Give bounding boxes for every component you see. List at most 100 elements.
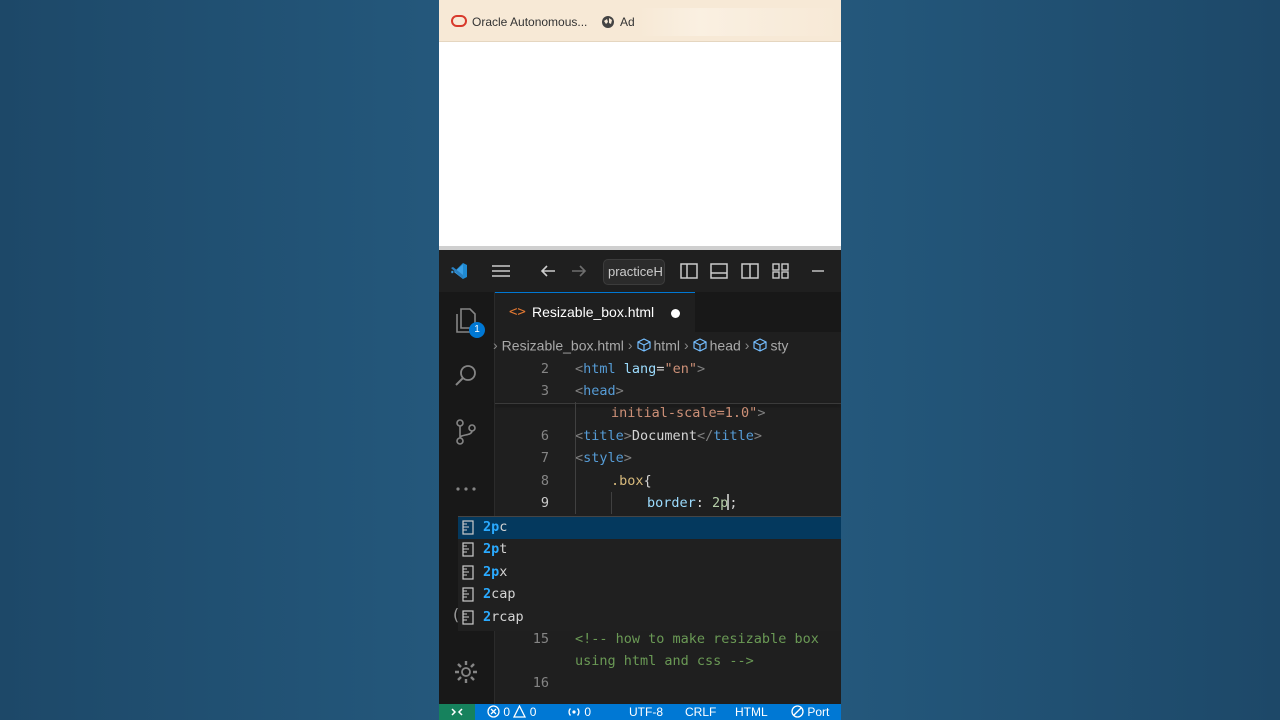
suggestion-match: 2p xyxy=(483,563,500,580)
code-text: <title>Document</title> xyxy=(575,425,762,447)
more-icon[interactable] xyxy=(452,475,480,503)
suggestion-item[interactable]: 2rcap xyxy=(458,607,841,629)
code-line[interactable]: 3 <head> xyxy=(495,380,841,402)
command-center-search[interactable]: practiceH xyxy=(603,259,665,285)
screen-recording: Oracle Autonomous... Ad practiceH 1 <> R… xyxy=(439,0,841,720)
suggestion-match: 2 xyxy=(483,608,492,625)
code-editor-lower[interactable]: 15 <!-- how to make resizable box using ht… xyxy=(495,628,841,704)
unit-ruler-icon xyxy=(462,565,474,580)
toggle-primary-sidebar-icon[interactable] xyxy=(679,261,699,281)
obscured-char: ( xyxy=(451,605,461,624)
problems-indicator[interactable]: 0 0 xyxy=(487,704,537,719)
code-token: < xyxy=(575,428,584,444)
oracle-icon xyxy=(451,15,467,27)
breadcrumb-style[interactable]: sty xyxy=(770,337,788,353)
code-token: style xyxy=(583,450,624,466)
warning-count: 0 xyxy=(529,705,537,719)
breadcrumb-html[interactable]: html xyxy=(654,337,680,353)
code-text: <style> xyxy=(575,447,632,469)
line-number: 7 xyxy=(540,450,549,466)
suggestion-label: 2pc xyxy=(483,519,507,535)
bookmark-ad[interactable]: Ad xyxy=(601,15,635,29)
html-file-icon: <> xyxy=(509,304,526,320)
code-editor[interactable]: 2 <html lang="en"> 3 <head> initial-scale=1.… xyxy=(495,358,841,538)
back-arrow-icon[interactable] xyxy=(538,261,558,281)
suggestion-match: 2p xyxy=(483,541,500,558)
line-number: 8 xyxy=(540,473,549,489)
bookmark-label: Oracle Autonomous... xyxy=(472,15,588,29)
code-line[interactable]: 7 <style> xyxy=(495,447,841,469)
suggestion-rest: t xyxy=(499,541,508,558)
code-line[interactable]: 15 <!-- how to make resizable box xyxy=(495,628,841,650)
code-token: > xyxy=(753,428,762,444)
vscode-titlebar: practiceH xyxy=(439,250,841,293)
code-token: lang xyxy=(623,361,657,377)
source-control-icon[interactable] xyxy=(452,418,480,446)
code-line[interactable]: using html and css --> xyxy=(495,650,841,672)
explorer-badge: 1 xyxy=(469,322,485,338)
code-token: 2p xyxy=(712,495,729,511)
suggestion-label: 2cap xyxy=(483,586,516,602)
forward-arrow-icon[interactable] xyxy=(569,261,589,281)
suggestion-match: 2p xyxy=(483,519,500,535)
suggestion-item[interactable]: 2pc xyxy=(458,517,841,539)
line-number: 3 xyxy=(540,383,549,399)
suggest-widget: 2pc 2pt 2px 2cap 2rcap( xyxy=(451,516,841,631)
encoding-indicator[interactable]: UTF-8 xyxy=(629,705,663,719)
code-token: ; xyxy=(729,495,738,511)
code-token: > xyxy=(696,361,706,377)
suggestion-item[interactable]: 2cap xyxy=(458,584,841,606)
suggestion-item[interactable]: 2px xyxy=(458,562,841,584)
search-icon[interactable] xyxy=(452,362,480,390)
globe-icon xyxy=(602,16,614,28)
customize-layout-icon[interactable] xyxy=(771,261,791,281)
unit-ruler-icon xyxy=(462,609,474,625)
code-token: Document xyxy=(631,428,697,444)
menu-icon[interactable] xyxy=(491,261,511,281)
code-line[interactable]: 8 .box{ xyxy=(495,470,841,492)
breadcrumb: › Resizable_box.html › html › head › sty xyxy=(493,337,789,354)
port-indicator[interactable]: Port xyxy=(791,705,829,719)
toggle-secondary-sidebar-icon[interactable] xyxy=(740,261,760,281)
error-icon xyxy=(487,705,500,718)
code-line[interactable]: 6 <title>Document</title> xyxy=(495,425,841,447)
code-token: > xyxy=(615,383,624,399)
remote-indicator[interactable] xyxy=(439,704,475,720)
browser-bookmarks-bar: Oracle Autonomous... Ad xyxy=(439,0,841,42)
suggestion-rest: cap xyxy=(491,586,516,603)
code-token: head xyxy=(583,383,616,399)
gear-icon[interactable] xyxy=(452,658,480,686)
code-text: border: 2p; xyxy=(647,492,737,514)
unit-ruler-icon xyxy=(462,587,474,602)
line-number: 2 xyxy=(540,361,549,377)
code-text: <head> xyxy=(575,380,624,402)
code-comment: <!-- how to make resizable box xyxy=(575,631,819,647)
eol-indicator[interactable]: CRLF xyxy=(685,705,716,719)
suggestion-match: 2 xyxy=(483,586,492,603)
suggestion-label: 2rcap xyxy=(483,609,524,625)
code-line[interactable]: initial-scale=1.0"> xyxy=(495,402,841,424)
suggestion-item[interactable]: 2pt xyxy=(458,539,841,561)
minimize-icon[interactable] xyxy=(808,261,828,281)
ports-indicator[interactable]: 0 xyxy=(567,705,591,719)
bookmark-oracle[interactable]: Oracle Autonomous... xyxy=(451,15,587,29)
breadcrumb-file[interactable]: Resizable_box.html xyxy=(502,337,624,353)
line-number: 6 xyxy=(540,428,549,444)
language-mode[interactable]: HTML xyxy=(735,705,768,719)
code-line[interactable]: 2 <html lang="en"> xyxy=(495,358,841,380)
toggle-panel-icon[interactable] xyxy=(709,261,729,281)
breadcrumb-head[interactable]: head xyxy=(710,337,741,353)
code-token: title xyxy=(713,428,754,444)
no-signal-icon xyxy=(791,705,804,718)
code-token: > xyxy=(623,428,632,444)
code-token: html xyxy=(583,361,616,377)
code-line[interactable]: 16 xyxy=(495,672,841,694)
tab-resizable-box[interactable]: <> Resizable_box.html xyxy=(495,292,695,333)
symbol-cube-icon xyxy=(753,338,768,352)
code-line[interactable]: 9 border: 2p; xyxy=(495,492,841,514)
unsaved-dot-icon[interactable] xyxy=(671,309,680,318)
status-bar: 0 0 0 UTF-8 CRLF HTML Port xyxy=(439,704,841,720)
activity-bar: 1 xyxy=(439,292,495,704)
suggestion-rest: c xyxy=(499,519,508,535)
